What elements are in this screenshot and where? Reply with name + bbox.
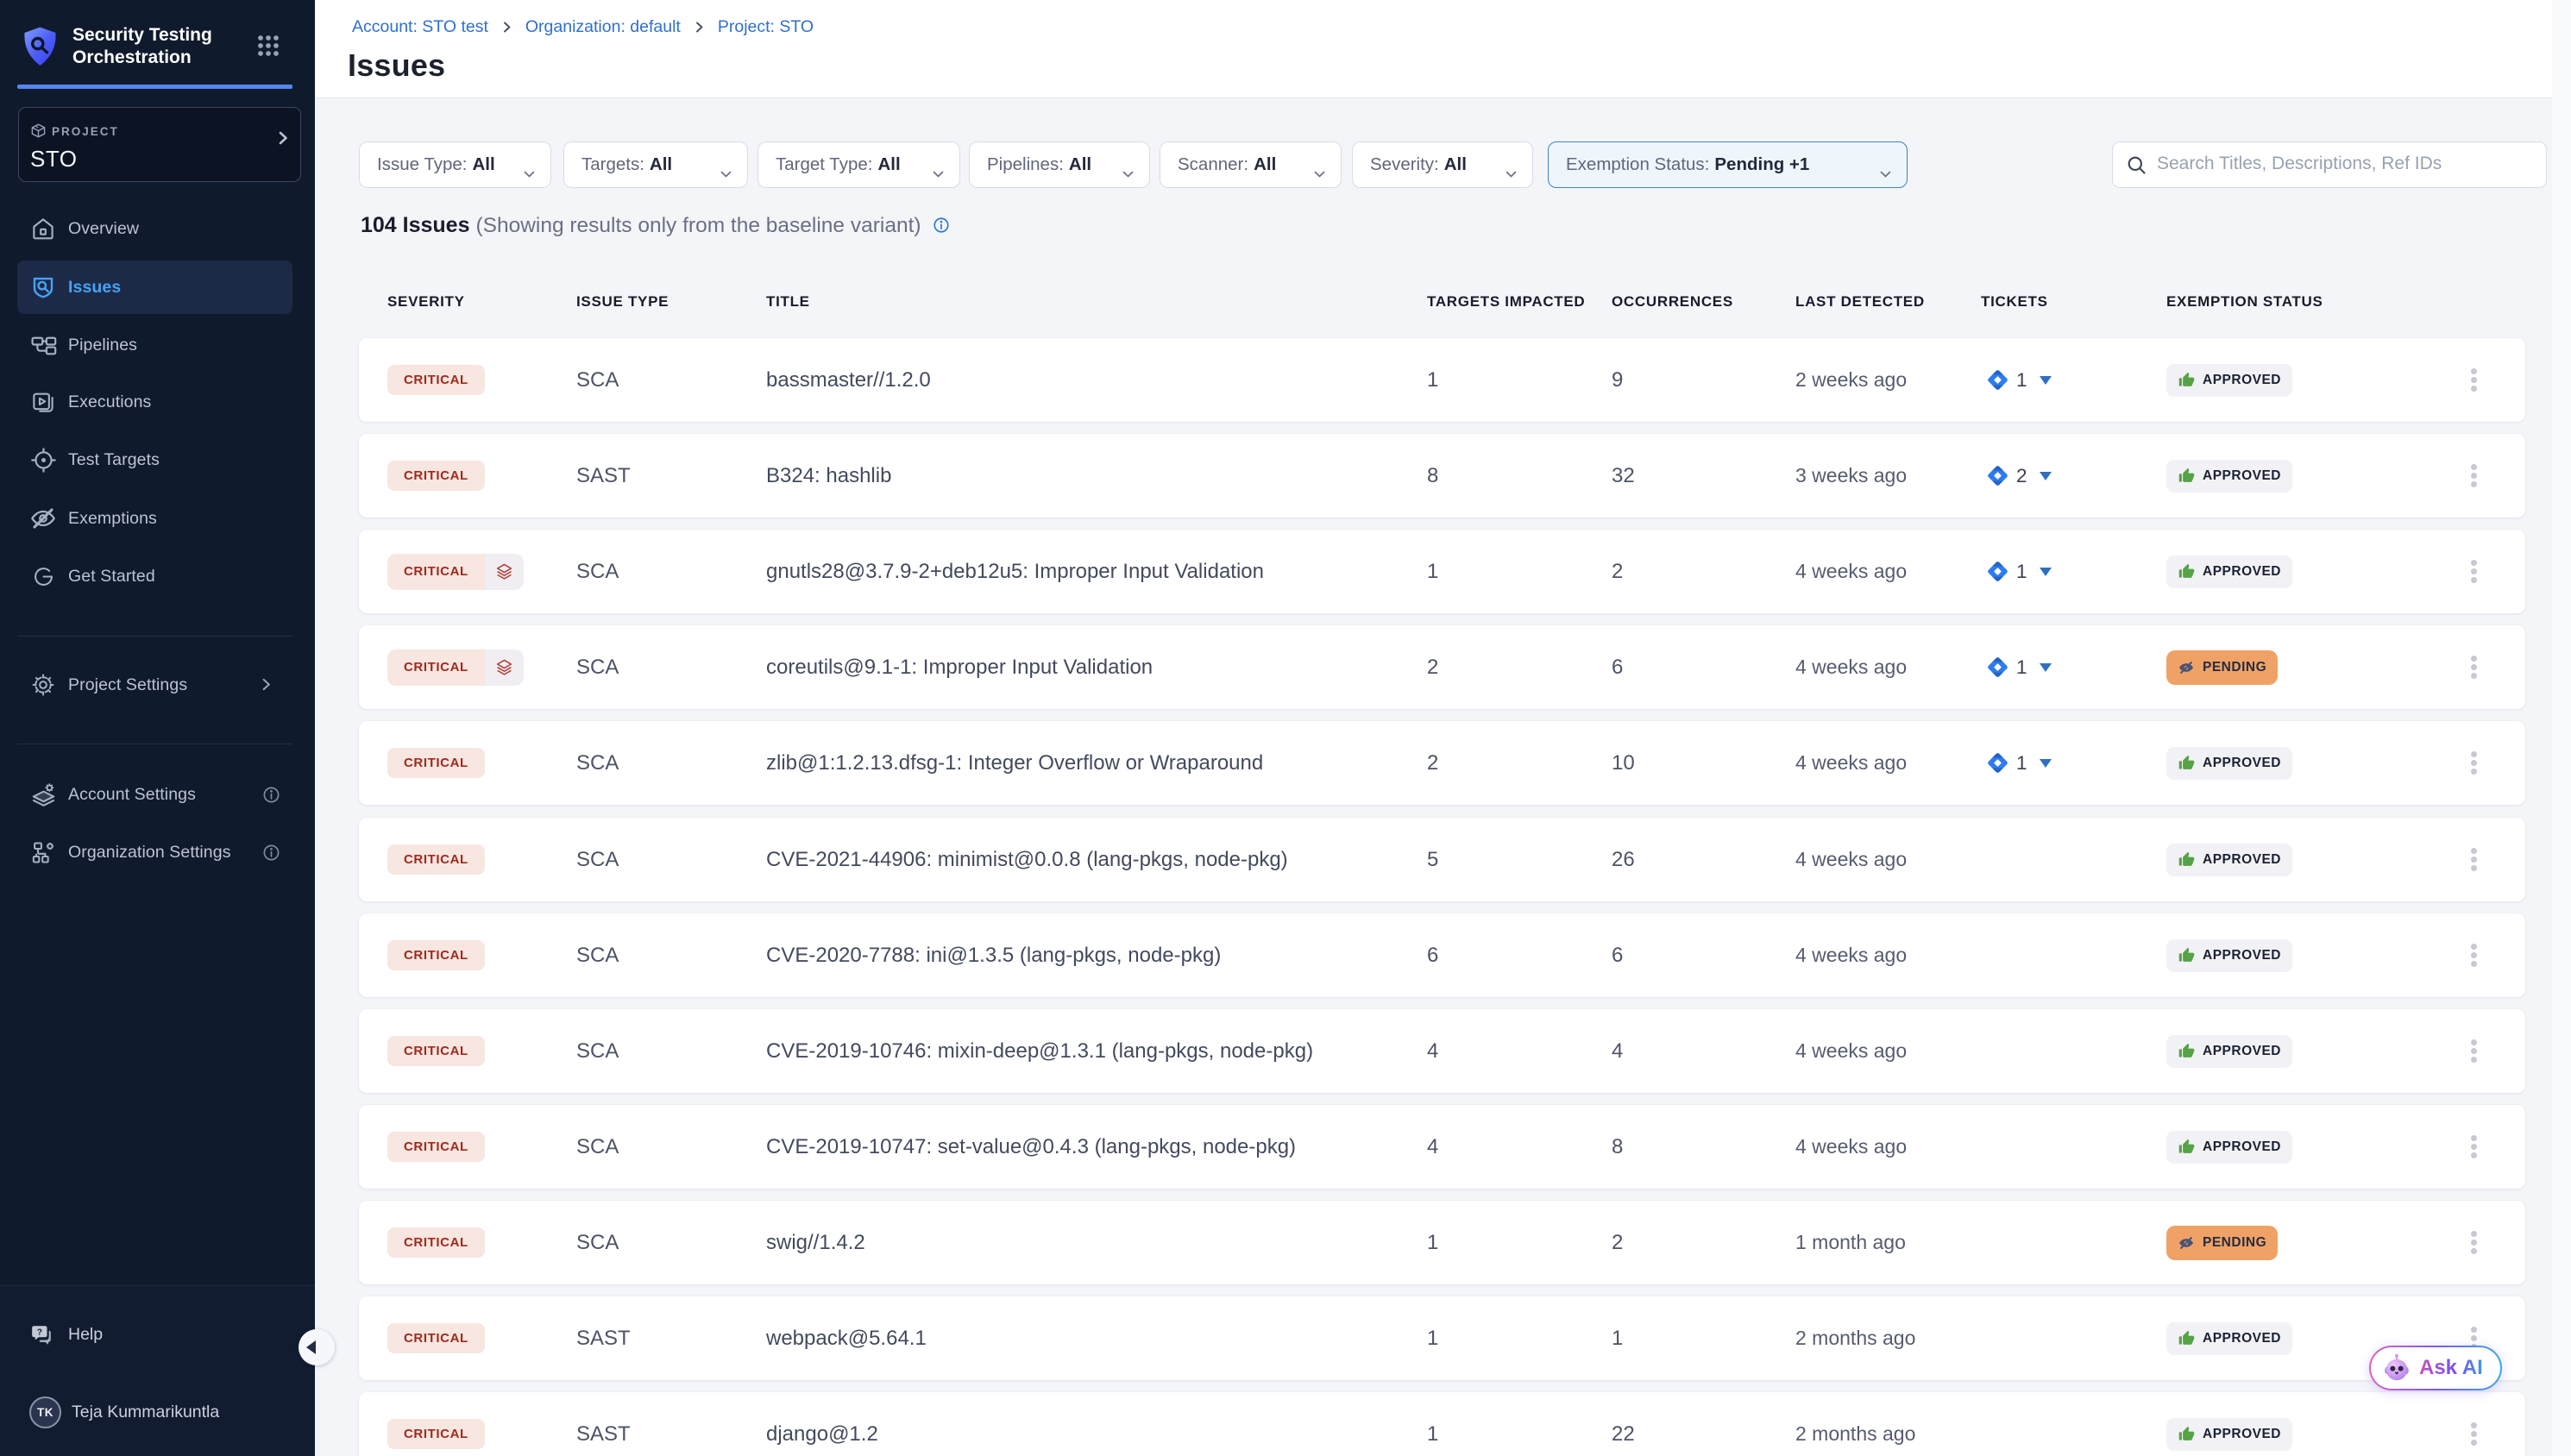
svg-text:?: ? <box>37 1328 42 1338</box>
